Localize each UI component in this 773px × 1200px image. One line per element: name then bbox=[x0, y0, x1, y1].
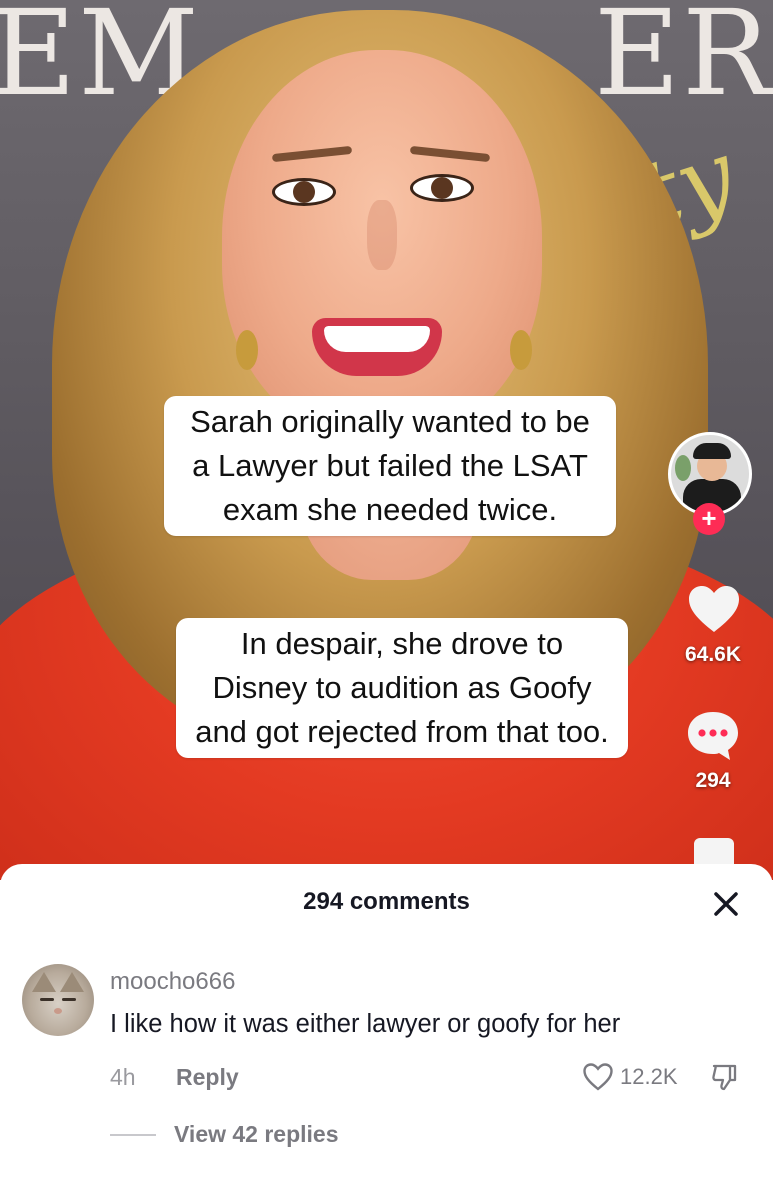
dislike-icon[interactable] bbox=[708, 1061, 740, 1093]
plus-icon: + bbox=[701, 503, 717, 533]
avatar-cap bbox=[693, 443, 731, 459]
comment-like-count: 12.2K bbox=[620, 1064, 678, 1089]
cat-eye-right bbox=[62, 998, 76, 1001]
comments-title: 294 comments bbox=[303, 888, 470, 915]
comment-icon[interactable] bbox=[684, 708, 742, 764]
backdrop-letters-right: ER bbox=[594, 0, 773, 122]
cat-ear-right bbox=[60, 972, 84, 992]
video-player[interactable]: EM ER ty Sarah originally wanted to be a… bbox=[0, 0, 773, 880]
video-caption-1: Sarah originally wanted to be a Lawyer b… bbox=[164, 396, 616, 536]
left-eye bbox=[272, 178, 336, 206]
avatar-plant bbox=[675, 455, 691, 481]
replies-divider bbox=[110, 1134, 156, 1136]
comment-username[interactable]: moocho666 bbox=[110, 968, 235, 996]
comment-text: I like how it was either lawyer or goofy… bbox=[110, 1010, 621, 1038]
close-icon[interactable] bbox=[708, 886, 744, 922]
comments-sheet: 294 comments moocho666 I like how it was… bbox=[0, 864, 773, 1200]
view-replies-button[interactable]: View 42 replies bbox=[174, 1121, 339, 1148]
nose bbox=[367, 200, 397, 270]
follow-button[interactable]: + bbox=[693, 503, 725, 535]
cat-nose bbox=[54, 1008, 62, 1014]
cat-eye-left bbox=[40, 998, 54, 1001]
video-caption-2: In despair, she drove to Disney to audit… bbox=[176, 618, 628, 758]
comment-time: 4h bbox=[110, 1064, 136, 1090]
comment-count: 294 bbox=[695, 769, 731, 792]
right-eye bbox=[410, 174, 474, 202]
commenter-avatar[interactable] bbox=[22, 964, 94, 1036]
teeth bbox=[324, 326, 430, 352]
heart-icon[interactable] bbox=[686, 582, 742, 638]
left-earring bbox=[236, 330, 258, 370]
like-count: 64.6K bbox=[684, 643, 742, 666]
heart-outline-icon[interactable] bbox=[582, 1062, 614, 1092]
right-earring bbox=[510, 330, 532, 370]
cat-ear-left bbox=[32, 972, 56, 992]
reply-button[interactable]: Reply bbox=[176, 1064, 239, 1091]
